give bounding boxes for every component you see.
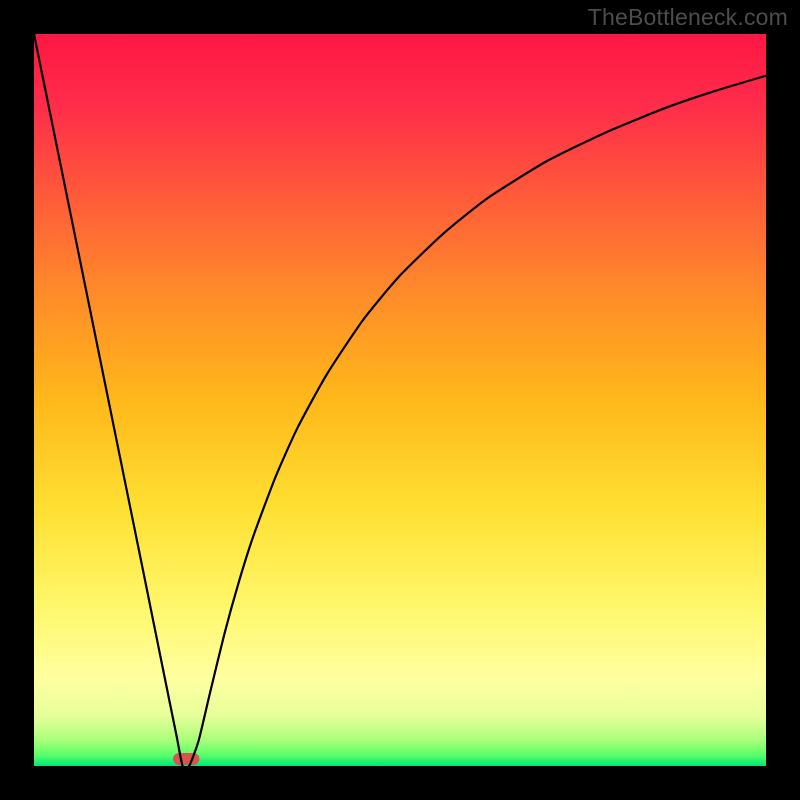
optimal-marker [173,753,199,765]
plot-background [34,34,766,766]
bottleneck-chart [0,0,800,800]
chart-frame: TheBottleneck.com [0,0,800,800]
watermark-text: TheBottleneck.com [588,4,788,31]
